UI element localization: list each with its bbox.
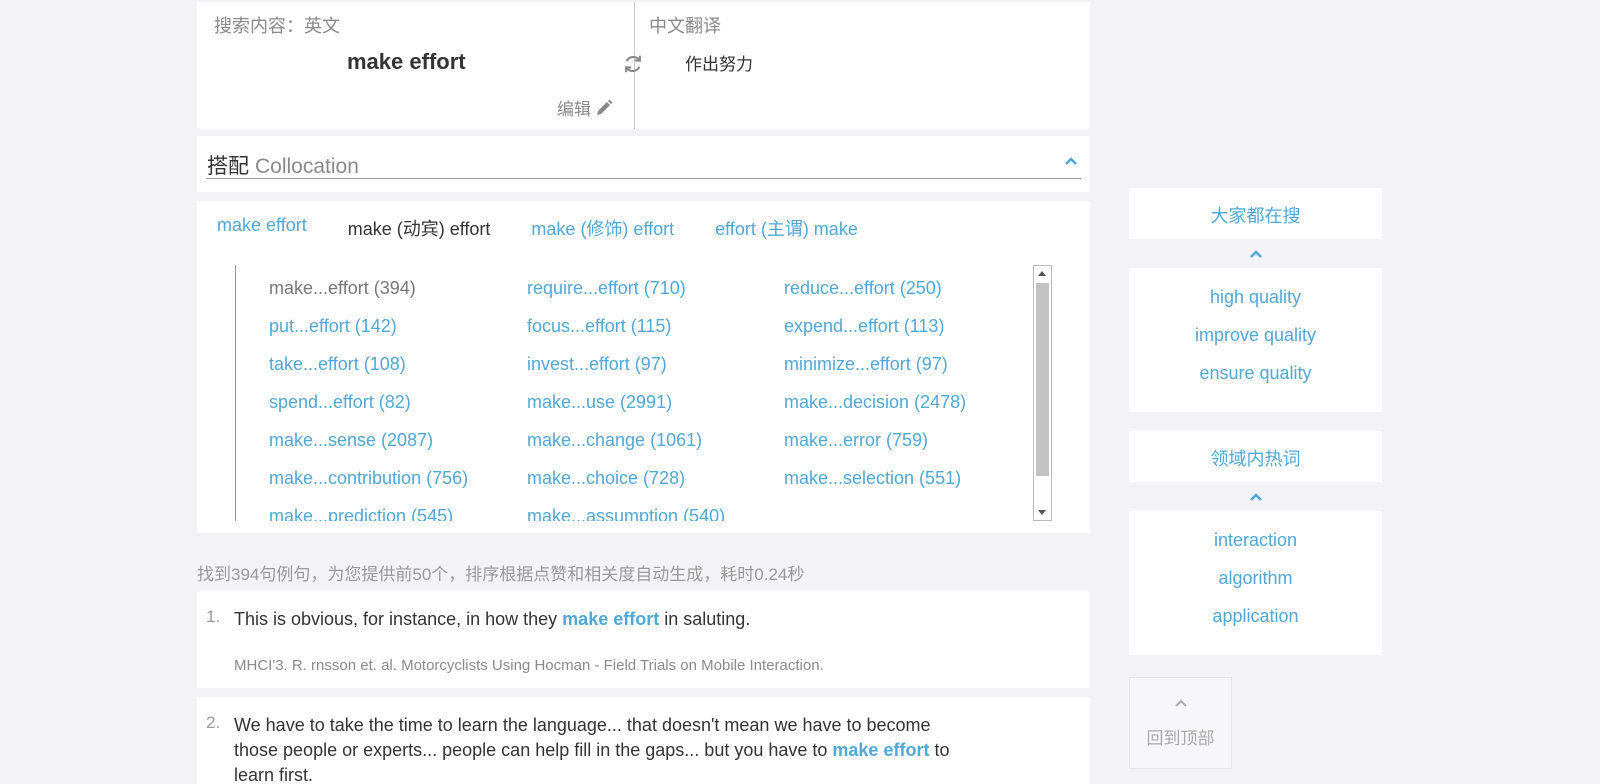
example-sentence: This is obvious, for instance, in how th… (234, 607, 954, 632)
collocation-link[interactable]: make...error (759) (784, 428, 1044, 452)
example-source[interactable]: MHCI'3. R. rnsson et. al. Motorcyclists … (234, 657, 824, 674)
results-summary: 找到394句例句，为您提供前50个，排序根据点赞和相关度自动生成，耗时0.24秒 (197, 565, 805, 584)
collocation-link[interactable]: put...effort (142) (269, 314, 527, 338)
popular-search-link[interactable]: high quality (1129, 278, 1382, 316)
example-number: 1. (206, 607, 221, 626)
popular-searches-list: high quality improve quality ensure qual… (1129, 278, 1382, 392)
collocation-link[interactable]: make...selection (551) (784, 466, 1044, 490)
domain-hot-words-title: 领域内热词 (1210, 449, 1301, 469)
collapse-button[interactable] (1129, 482, 1382, 511)
collocation-link[interactable]: minimize...effort (97) (784, 352, 1044, 376)
collocation-link[interactable]: spend...effort (82) (269, 390, 527, 414)
chevron-up-icon (1249, 249, 1262, 258)
search-content-label: 搜索内容：英文 (214, 16, 340, 36)
tab-modifier[interactable]: make (修饰) effort (531, 215, 674, 241)
translation-text: 作出努力 (685, 55, 753, 74)
sentence-highlight: make effort (832, 740, 930, 760)
collocation-title-en: Collocation (255, 155, 359, 178)
collocation-link[interactable]: invest...effort (97) (527, 352, 784, 376)
example-sentence: We have to take the time to learn the la… (234, 713, 954, 784)
chevron-up-icon[interactable] (1064, 154, 1078, 168)
collocation-tabs: make effort make (动宾) effort make (修饰) e… (217, 215, 899, 241)
example-number: 2. (206, 713, 221, 732)
collocation-link[interactable]: focus...effort (115) (527, 314, 784, 338)
collocation-link[interactable]: make...use (2991) (527, 390, 784, 414)
scrollbar-thumb[interactable] (1036, 283, 1049, 476)
refresh-icon[interactable] (622, 53, 644, 75)
collocation-link[interactable]: take...effort (108) (269, 352, 527, 376)
collocation-link[interactable]: make...change (1061) (527, 428, 784, 452)
collocation-link[interactable]: make...assumption (540) (527, 504, 784, 521)
pencil-icon (597, 99, 613, 115)
collocation-link[interactable]: make...decision (2478) (784, 390, 1044, 414)
collocation-link (784, 504, 1044, 521)
sentence-text: We have to take the time to learn the la… (234, 715, 931, 760)
hot-word-link[interactable]: application (1129, 597, 1382, 635)
chevron-up-icon (1175, 699, 1187, 707)
example-item: 2. We have to take the time to learn the… (197, 697, 1090, 784)
collocation-link[interactable]: make...effort (394) (269, 276, 527, 300)
search-term: make effort (347, 49, 466, 74)
collocation-link[interactable]: make...contribution (756) (269, 466, 527, 490)
collocation-underline (206, 178, 1081, 179)
collocation-link[interactable]: expend...effort (113) (784, 314, 1044, 338)
scroll-down-arrow-icon[interactable] (1038, 510, 1046, 515)
edit-label: 编辑 (557, 100, 591, 119)
collocation-scrollbar[interactable] (1033, 265, 1052, 521)
sentence-highlight: make effort (562, 609, 660, 629)
popular-search-link[interactable]: improve quality (1129, 316, 1382, 354)
collocation-grid: make...effort (394) require...effort (710… (269, 276, 1044, 521)
collocation-title: 搭配 Collocation (207, 150, 359, 180)
tab-verb-object[interactable]: make (动宾) effort (348, 215, 491, 241)
hot-word-link[interactable]: algorithm (1129, 559, 1382, 597)
domain-hot-words-card: 领域内热词 interaction algorithm application (1129, 431, 1382, 655)
collocation-panel: make effort make (动宾) effort make (修饰) e… (197, 201, 1090, 533)
sentence-text: in saluting. (659, 609, 751, 629)
example-item: 1. This is obvious, for instance, in how… (197, 591, 1090, 688)
collocation-header: 搭配 Collocation (197, 136, 1090, 192)
edit-button[interactable]: 编辑 (557, 95, 613, 120)
collocation-link[interactable]: make...choice (728) (527, 466, 784, 490)
collocation-link[interactable]: make...sense (2087) (269, 428, 527, 452)
collocation-list: make...effort (394) require...effort (710… (235, 265, 1050, 521)
chevron-up-icon (1249, 492, 1262, 501)
sentence-text: This is obvious, for instance, in how th… (234, 609, 563, 629)
popular-searches-card: 大家都在搜 high quality improve quality ensur… (1129, 188, 1382, 412)
back-to-top-label: 回到顶部 (1146, 729, 1215, 748)
domain-hot-words-list: interaction algorithm application (1129, 521, 1382, 635)
collocation-link[interactable]: reduce...effort (250) (784, 276, 1044, 300)
collapse-button[interactable] (1129, 239, 1382, 268)
scroll-up-arrow-icon[interactable] (1038, 271, 1046, 276)
tab-subject-predicate[interactable]: effort (主谓) make (715, 215, 858, 241)
popular-search-link[interactable]: ensure quality (1129, 354, 1382, 392)
hot-word-link[interactable]: interaction (1129, 521, 1382, 559)
collocation-link[interactable]: require...effort (710) (527, 276, 784, 300)
collocation-link[interactable]: make...prediction (545) (269, 504, 527, 521)
tab-make-effort[interactable]: make effort (217, 215, 307, 241)
popular-searches-title: 大家都在搜 (1210, 206, 1301, 226)
back-to-top-button[interactable]: 回到顶部 (1129, 677, 1232, 769)
translation-label: 中文翻译 (649, 16, 721, 36)
collocation-title-cn: 搭配 (207, 155, 249, 178)
search-panel: 搜索内容：英文 中文翻译 make effort 作出努力 编辑 (197, 2, 1090, 129)
